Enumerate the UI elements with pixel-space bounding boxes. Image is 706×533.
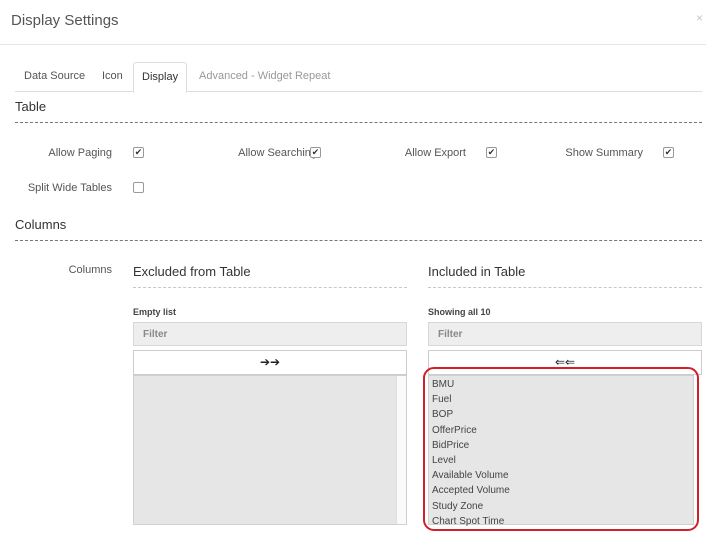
- move-all-to-included-button[interactable]: ➔➔: [133, 350, 407, 375]
- highlight-annotation: [423, 367, 699, 531]
- split-wide-tables-checkbox[interactable]: [133, 182, 144, 193]
- table-section-heading: Table: [15, 99, 47, 114]
- tab-advanced-widget-repeat[interactable]: Advanced - Widget Repeat: [199, 62, 330, 91]
- included-status: Showing all 10: [428, 307, 491, 317]
- split-wide-tables-label: Split Wide Tables: [27, 182, 112, 194]
- columns-field-label: Columns: [68, 264, 112, 276]
- excluded-status: Empty list: [133, 307, 177, 317]
- header-divider: [0, 44, 706, 45]
- close-icon[interactable]: ×: [696, 11, 703, 25]
- columns-section-heading: Columns: [15, 217, 67, 232]
- allow-export-label: Allow Export: [404, 147, 466, 159]
- allow-export-checkbox[interactable]: ✔: [486, 147, 497, 158]
- show-summary-label: Show Summary: [565, 147, 643, 159]
- allow-searching-label: Allow Searching: [238, 147, 317, 159]
- tab-display[interactable]: Display: [133, 62, 188, 93]
- tab-data-source[interactable]: Data Source: [24, 62, 85, 91]
- included-panel-divider: [428, 287, 702, 288]
- table-section-divider: [15, 122, 702, 123]
- allow-paging-label: Allow Paging: [48, 147, 112, 159]
- allow-paging-checkbox[interactable]: ✔: [133, 147, 144, 158]
- show-summary-checkbox[interactable]: ✔: [663, 147, 674, 158]
- allow-searching-checkbox[interactable]: ✔: [310, 147, 321, 158]
- excluded-listbox[interactable]: [133, 375, 407, 525]
- excluded-panel-title: Excluded from Table: [133, 264, 251, 279]
- tabs-divider: [15, 91, 702, 92]
- included-panel-title: Included in Table: [428, 264, 526, 279]
- columns-section-divider: [15, 240, 702, 241]
- excluded-filter-input[interactable]: [133, 322, 407, 346]
- dialog-title: Display Settings: [11, 12, 119, 29]
- excluded-scrollbar[interactable]: [396, 376, 406, 524]
- tab-icon[interactable]: Icon: [102, 62, 123, 91]
- excluded-panel-divider: [133, 287, 407, 288]
- included-filter-input[interactable]: [428, 322, 702, 346]
